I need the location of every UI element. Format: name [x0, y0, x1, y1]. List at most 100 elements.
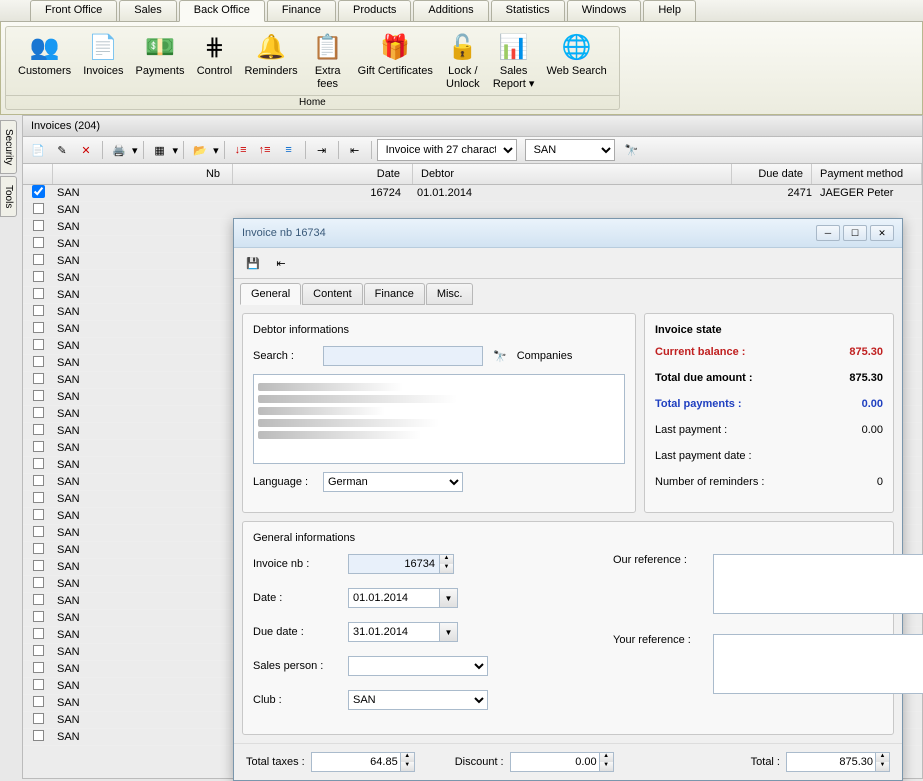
col-payment[interactable]: Payment method — [812, 164, 922, 184]
row-checkbox[interactable] — [33, 713, 44, 724]
date-dropdown-icon[interactable]: ▼ — [440, 588, 458, 608]
print-icon[interactable]: 🖨️ — [108, 139, 130, 161]
total-taxes-input[interactable] — [311, 752, 401, 772]
row-checkbox[interactable] — [33, 305, 44, 316]
due-date-input[interactable] — [348, 622, 440, 642]
ribbon-customers[interactable]: 👥Customers — [12, 29, 77, 93]
main-tab-statistics[interactable]: Statistics — [491, 0, 565, 21]
ribbon-reminders[interactable]: 🔔Reminders — [238, 29, 303, 93]
discount-spinner[interactable]: ▲▼ — [600, 752, 614, 772]
main-tab-front-office[interactable]: Front Office — [30, 0, 117, 21]
row-checkbox[interactable] — [33, 237, 44, 248]
list-icon[interactable]: ≡ — [278, 139, 300, 161]
debtor-address-box[interactable] — [253, 374, 625, 464]
col-nb[interactable]: Nb — [53, 164, 233, 184]
row-checkbox[interactable] — [33, 288, 44, 299]
companies-link[interactable]: Companies — [517, 350, 573, 362]
date-input[interactable] — [348, 588, 440, 608]
row-checkbox[interactable] — [33, 730, 44, 741]
binoculars-icon[interactable]: 🔭 — [621, 139, 643, 161]
row-checkbox[interactable] — [33, 458, 44, 469]
table-row[interactable]: SAN — [23, 202, 922, 219]
row-checkbox[interactable] — [33, 254, 44, 265]
edit-icon[interactable]: ✎ — [51, 139, 73, 161]
ribbon-lock[interactable]: 🔓Lock / Unlock — [439, 29, 487, 93]
due-dropdown-icon[interactable]: ▼ — [440, 622, 458, 642]
exit-icon[interactable]: ⇤ — [270, 252, 292, 274]
col-due[interactable]: Due date — [732, 164, 812, 184]
row-checkbox[interactable] — [33, 577, 44, 588]
maximize-button[interactable]: ☐ — [843, 225, 867, 241]
row-checkbox[interactable] — [33, 339, 44, 350]
club-select[interactable]: SAN — [348, 690, 488, 710]
debtor-search-input[interactable] — [323, 346, 483, 366]
row-checkbox[interactable] — [33, 662, 44, 673]
row-checkbox[interactable] — [33, 373, 44, 384]
row-checkbox[interactable] — [33, 611, 44, 622]
invoice-nb-input[interactable] — [348, 554, 440, 574]
taxes-spinner[interactable]: ▲▼ — [401, 752, 415, 772]
row-checkbox[interactable] — [33, 526, 44, 537]
binoculars-icon[interactable]: 🔭 — [493, 350, 507, 363]
new-icon[interactable]: 📄 — [27, 139, 49, 161]
save-icon[interactable]: 💾 — [242, 252, 264, 274]
row-checkbox[interactable] — [33, 322, 44, 333]
dialog-tab-general[interactable]: General — [240, 283, 301, 305]
ribbon-sales[interactable]: 📊Sales Report ▾ — [487, 29, 541, 93]
grid-icon[interactable]: ▦ — [149, 139, 171, 161]
row-checkbox[interactable] — [33, 543, 44, 554]
invoice-nb-spinner[interactable]: ▲▼ — [440, 554, 454, 574]
row-checkbox[interactable] — [33, 407, 44, 418]
col-date[interactable]: Date — [233, 164, 413, 184]
main-tab-additions[interactable]: Additions — [413, 0, 488, 21]
main-tab-back-office[interactable]: Back Office — [179, 0, 265, 22]
ribbon-web[interactable]: 🌐Web Search — [540, 29, 612, 93]
row-checkbox[interactable] — [33, 628, 44, 639]
row-checkbox[interactable] — [33, 679, 44, 690]
main-tab-help[interactable]: Help — [643, 0, 696, 21]
row-checkbox[interactable] — [33, 509, 44, 520]
your-reference-input[interactable] — [713, 634, 923, 694]
table-row[interactable]: SAN1672401.01.20142471JAEGER Peter — [23, 185, 922, 202]
main-tab-products[interactable]: Products — [338, 0, 411, 21]
dialog-tab-misc[interactable]: Misc. — [426, 283, 474, 305]
delete-icon[interactable]: ✕ — [75, 139, 97, 161]
ribbon-invoices[interactable]: 📄Invoices — [77, 29, 129, 93]
ribbon-control[interactable]: ⋕Control — [190, 29, 238, 93]
row-checkbox[interactable] — [33, 696, 44, 707]
discount-input[interactable] — [510, 752, 600, 772]
row-checkbox[interactable] — [33, 645, 44, 656]
row-checkbox[interactable] — [33, 594, 44, 605]
row-checkbox[interactable] — [33, 475, 44, 486]
sales-person-select[interactable] — [348, 656, 488, 676]
folder-icon[interactable]: 📂 — [189, 139, 211, 161]
main-tab-windows[interactable]: Windows — [567, 0, 642, 21]
dialog-titlebar[interactable]: Invoice nb 16734 ─ ☐ ✕ — [234, 219, 902, 248]
sort-asc-icon[interactable]: ↓≡ — [230, 139, 252, 161]
ribbon-payments[interactable]: 💵Payments — [130, 29, 191, 93]
total-input[interactable] — [786, 752, 876, 772]
row-checkbox[interactable] — [32, 185, 45, 198]
main-tab-finance[interactable]: Finance — [267, 0, 336, 21]
import-icon[interactable]: ⇤ — [344, 139, 366, 161]
row-checkbox[interactable] — [33, 560, 44, 571]
filter-type-select[interactable]: Invoice with 27 characte — [377, 139, 517, 161]
minimize-button[interactable]: ─ — [816, 225, 840, 241]
filter-club-select[interactable]: SAN — [525, 139, 615, 161]
row-checkbox[interactable] — [33, 424, 44, 435]
our-reference-input[interactable] — [713, 554, 923, 614]
col-debtor[interactable]: Debtor — [413, 164, 732, 184]
dialog-tab-finance[interactable]: Finance — [364, 283, 425, 305]
ribbon-extra[interactable]: 📋Extra fees — [304, 29, 352, 93]
dialog-tab-content[interactable]: Content — [302, 283, 363, 305]
row-checkbox[interactable] — [33, 271, 44, 282]
side-tab-tools[interactable]: Tools — [0, 176, 17, 217]
row-checkbox[interactable] — [33, 203, 44, 214]
row-checkbox[interactable] — [33, 390, 44, 401]
main-tab-sales[interactable]: Sales — [119, 0, 177, 21]
language-select[interactable]: German — [323, 472, 463, 492]
ribbon-gift[interactable]: 🎁Gift Certificates — [352, 29, 439, 93]
row-checkbox[interactable] — [33, 441, 44, 452]
row-checkbox[interactable] — [33, 220, 44, 231]
row-checkbox[interactable] — [33, 356, 44, 367]
